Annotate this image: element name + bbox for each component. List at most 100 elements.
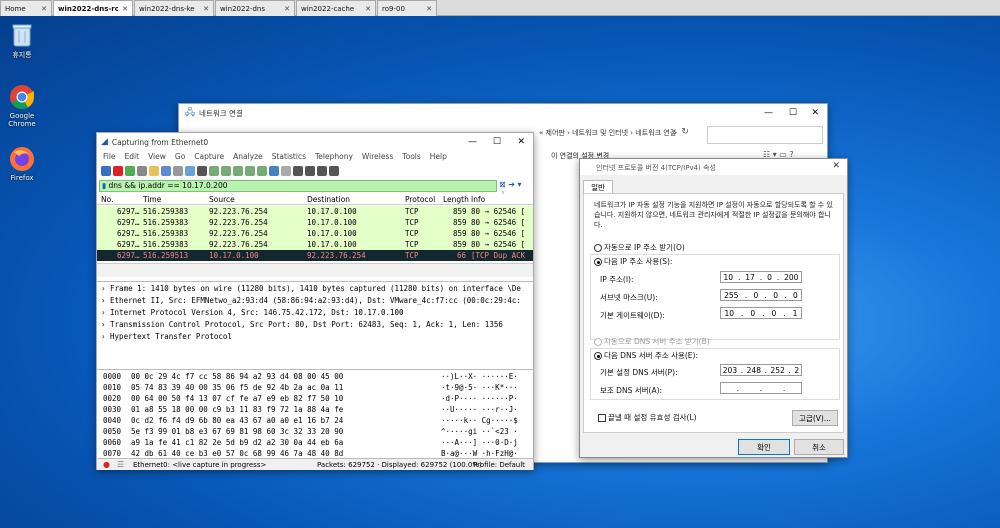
radio-manual-ip[interactable]: 다음 IP 주소 사용(S): <box>594 256 673 267</box>
detail-row[interactable]: › Frame 1: 1410 bytes on wire (11280 bit… <box>97 284 533 296</box>
radio-manual-dns[interactable]: 다음 DNS 서버 주소 사용(E): <box>594 350 698 361</box>
detail-row[interactable]: › Transmission Control Protocol, Src Por… <box>97 320 533 332</box>
menu-help[interactable]: Help <box>430 152 447 164</box>
gateway-field[interactable]: 10. 0. 0. 1 <box>720 307 802 319</box>
first-packet-icon[interactable] <box>245 166 255 176</box>
stop-capture-icon[interactable] <box>113 166 123 176</box>
close-icon[interactable]: ✕ <box>517 137 525 147</box>
tab-ro9-00[interactable]: ro9-00 ✕ <box>377 0 437 16</box>
zoom-in-icon[interactable] <box>293 166 303 176</box>
capture-status-icon[interactable]: ● <box>103 460 110 469</box>
maximize-icon[interactable]: ☐ <box>493 137 501 147</box>
validate-checkbox[interactable]: 끝낼 때 설정 유효성 검사(L) <box>598 412 697 423</box>
advanced-button[interactable]: 고급(V)... <box>792 410 838 426</box>
cancel-button[interactable]: 취소 <box>794 439 844 455</box>
menu-telephony[interactable]: Telephony <box>315 152 353 164</box>
column-info[interactable]: Info <box>471 195 485 204</box>
alternate-dns-field[interactable]: ... <box>720 382 802 394</box>
hex-row[interactable]: 0020 00 64 00 50 f4 13 07 cf fe a7 e9 eb … <box>97 394 533 405</box>
packet-row[interactable]: 6297… 516.259383 92.223.76.254 10.17.0.100 T… <box>97 228 533 239</box>
column-no[interactable]: No. <box>101 195 113 204</box>
hex-row[interactable]: 0000 00 0c 29 4c f7 cc 58 86 94 a2 93 d4 … <box>97 372 533 383</box>
last-packet-icon[interactable] <box>257 166 267 176</box>
menu-analyze[interactable]: Analyze <box>233 152 263 164</box>
filter-actions[interactable]: ⊠ ➔ ▾ ＋ <box>497 180 531 199</box>
packet-row[interactable]: 6297… 516.259383 92.223.76.254 10.17.0.100 T… <box>97 217 533 228</box>
maximize-icon[interactable]: ☐ <box>789 108 797 118</box>
reload-icon[interactable] <box>185 166 195 176</box>
tab-win2022-dns[interactable]: win2022-dns ✕ <box>215 0 295 16</box>
start-capture-icon[interactable] <box>101 166 111 176</box>
menu-wireless[interactable]: Wireless <box>362 152 393 164</box>
save-file-icon[interactable] <box>161 166 171 176</box>
packet-row[interactable]: 6297… 516.259383 92.223.76.254 10.17.0.100 T… <box>97 239 533 250</box>
breadcrumb[interactable]: « 제어판 › 네트워크 및 인터넷 › 네트워크 연결 <box>539 128 689 142</box>
hex-row[interactable]: 0040 0c d2 f6 f4 d9 6b 80 ea 43 67 a0 a0 … <box>97 416 533 427</box>
open-file-icon[interactable] <box>149 166 159 176</box>
menu-file[interactable]: File <box>103 152 116 164</box>
menu-capture[interactable]: Capture <box>194 152 224 164</box>
detail-row[interactable]: › Ethernet II, Src: EFMNetwo_a2:93:d4 (5… <box>97 296 533 308</box>
close-icon[interactable]: ✕ <box>284 5 290 13</box>
status-profile[interactable]: Profile: Default <box>473 461 525 469</box>
desktop-icon-firefox[interactable]: Firefox <box>4 146 40 182</box>
display-filter-input[interactable]: ▮ dns && ip.addr == 10.17.0.200 <box>99 180 497 192</box>
menu-view[interactable]: View <box>148 152 166 164</box>
hex-row[interactable]: 0060 a9 1a fe 41 c1 82 2e 5d b9 d2 a2 30 … <box>97 438 533 449</box>
close-icon[interactable]: ✕ <box>122 5 128 13</box>
column-length[interactable]: Length <box>443 195 469 204</box>
colorize-icon[interactable] <box>281 166 291 176</box>
minimize-icon[interactable]: — <box>764 108 773 118</box>
resize-columns-icon[interactable] <box>329 166 339 176</box>
find-packet-icon[interactable] <box>197 166 207 176</box>
menu-go[interactable]: Go <box>175 152 185 164</box>
capture-options-icon[interactable] <box>137 166 147 176</box>
tab-home[interactable]: Home ✕ <box>0 0 52 16</box>
ok-button[interactable]: 확인 <box>738 439 790 455</box>
minimize-icon[interactable]: — <box>468 137 477 147</box>
close-icon[interactable]: ✕ <box>426 5 432 13</box>
close-file-icon[interactable] <box>173 166 183 176</box>
close-icon[interactable]: ✕ <box>832 161 840 171</box>
close-icon[interactable]: ✕ <box>365 5 371 13</box>
hex-row[interactable]: 0030 01 a8 55 18 00 00 c9 b3 11 83 f9 72 … <box>97 405 533 416</box>
go-forward-icon[interactable] <box>221 166 231 176</box>
hex-row[interactable]: 0070 42 db 61 40 ce b3 e0 57 0c 68 99 46 … <box>97 449 533 457</box>
preferred-dns-field[interactable]: 203. 248. 252. 2 <box>720 364 802 376</box>
horizontal-scrollbar[interactable] <box>97 263 533 277</box>
autoscroll-icon[interactable] <box>269 166 279 176</box>
packet-row-selected[interactable]: 6297… 516.259513 10.17.0.100 92.223.76.254 T… <box>97 250 533 261</box>
column-protocol[interactable]: Protocol <box>405 195 435 204</box>
tab-win2022-cache[interactable]: win2022-cache ✕ <box>296 0 376 16</box>
expert-info-icon[interactable]: ☰ <box>117 460 124 469</box>
ip-address-field[interactable]: 10. 17. 0. 200 <box>720 271 802 283</box>
refresh-icon[interactable]: ⌄ ↻ <box>671 127 701 143</box>
tab-win2022-dns-ke[interactable]: win2022-dns-ke ✕ <box>134 0 214 16</box>
menu-edit[interactable]: Edit <box>125 152 140 164</box>
desktop-icon-chrome[interactable]: Google Chrome <box>4 84 40 128</box>
desktop-icon-recycle-bin[interactable]: 휴지통 <box>4 22 40 60</box>
column-destination[interactable]: Destination <box>307 195 350 204</box>
close-icon[interactable]: ✕ <box>41 5 47 13</box>
column-source[interactable]: Source <box>209 195 235 204</box>
go-back-icon[interactable] <box>209 166 219 176</box>
menu-tools[interactable]: Tools <box>402 152 420 164</box>
subnet-mask-field[interactable]: 255. 0. 0. 0 <box>720 289 802 301</box>
close-icon[interactable]: ✕ <box>203 5 209 13</box>
column-time[interactable]: Time <box>143 195 161 204</box>
normal-size-icon[interactable] <box>317 166 327 176</box>
tab-win2022-dns-root[interactable]: win2022-dns-root✕ <box>53 0 133 16</box>
restart-capture-icon[interactable] <box>125 166 135 176</box>
zoom-out-icon[interactable] <box>305 166 315 176</box>
tab-general[interactable]: 일반 <box>583 180 613 194</box>
menu-statistics[interactable]: Statistics <box>272 152 306 164</box>
hex-row[interactable]: 0050 5e f3 99 01 b8 e3 67 69 81 98 60 3c … <box>97 427 533 438</box>
radio-auto-ip[interactable]: 자동으로 IP 주소 받기(O) <box>594 242 685 253</box>
detail-row[interactable]: › Internet Protocol Version 4, Src: 146.… <box>97 308 533 320</box>
detail-row[interactable]: › Hypertext Transfer Protocol <box>97 332 533 344</box>
search-input[interactable] <box>707 126 823 144</box>
go-to-packet-icon[interactable] <box>233 166 243 176</box>
hex-row[interactable]: 0010 05 74 83 39 40 00 35 06 f5 de 92 4b … <box>97 383 533 394</box>
packet-row[interactable]: 6297… 516.259383 92.223.76.254 10.17.0.100 T… <box>97 206 533 217</box>
close-icon[interactable]: ✕ <box>811 108 819 118</box>
